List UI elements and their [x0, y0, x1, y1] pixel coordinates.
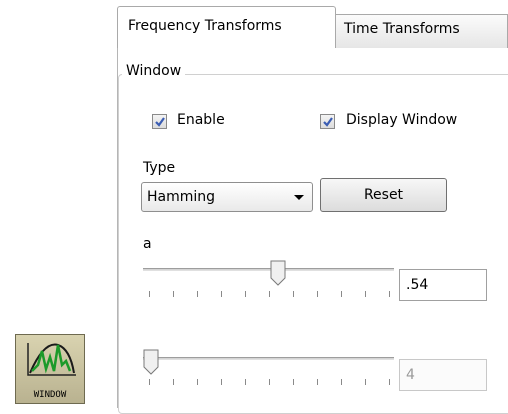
slider-b-thumb[interactable] [143, 349, 159, 375]
tab-frequency-transforms[interactable]: Frequency Transforms [117, 6, 336, 48]
tab-time-transforms[interactable]: Time Transforms [335, 14, 508, 48]
window-group-legend: Window [122, 63, 186, 79]
checkmark-icon [323, 117, 333, 127]
tab-frequency-transforms-label: Frequency Transforms [128, 18, 282, 34]
type-label: Type [143, 160, 176, 176]
window-icon-caption: WINDOW [33, 390, 67, 400]
enable-checkbox[interactable] [152, 114, 167, 129]
window-type-value: Hamming [147, 189, 216, 205]
chevron-down-icon [294, 195, 304, 200]
window-plot-graphic [27, 343, 76, 376]
reset-button[interactable]: Reset [320, 178, 447, 212]
display-window-label: Display Window [346, 112, 458, 128]
slider-a-track[interactable] [143, 268, 394, 271]
checkmark-icon [155, 117, 165, 127]
slider-a-thumb[interactable] [270, 260, 286, 286]
display-window-checkbox[interactable] [320, 114, 335, 129]
slider-a-value-field[interactable]: .54 [399, 269, 487, 301]
slider-a-label: a [143, 236, 152, 252]
enable-label: Enable [177, 112, 225, 128]
window-type-dropdown[interactable]: Hamming [141, 182, 313, 212]
tab-time-transforms-label: Time Transforms [344, 21, 460, 37]
slider-b-track[interactable] [143, 357, 394, 360]
slider-b-value-field[interactable]: 4 [399, 359, 487, 391]
window-function-plot-icon[interactable]: WINDOW [15, 334, 85, 404]
